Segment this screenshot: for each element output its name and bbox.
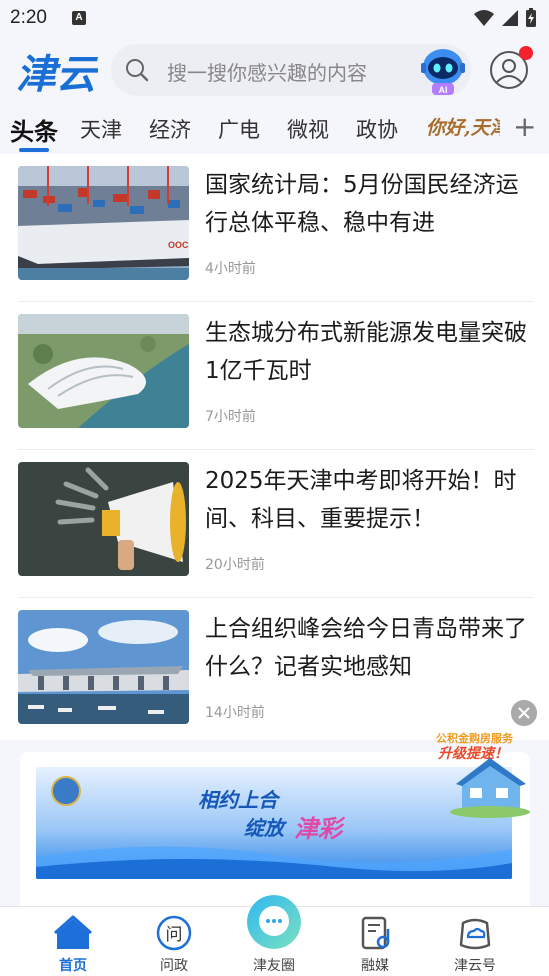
search-placeholder: 搜一搜你感兴趣的内容 — [167, 61, 367, 85]
svg-text:公积金购房服务: 公积金购房服务 — [436, 731, 514, 745]
ask-icon: 问 — [156, 915, 192, 951]
app-header: 津云 搜一搜你感兴趣的内容 AI — [0, 36, 549, 104]
svg-text:问: 问 — [166, 925, 183, 945]
status-bar: 2:20 A — [0, 0, 549, 36]
media-icon — [361, 916, 390, 950]
active-tab-indicator — [19, 148, 49, 152]
nav-label: 问政 — [160, 958, 188, 974]
status-time: 2:20 — [10, 7, 47, 28]
tab-headlines[interactable]: 头条 — [10, 112, 58, 147]
tab-cppcc[interactable]: 政协 — [356, 114, 398, 144]
home-icon — [54, 915, 92, 949]
news-item[interactable]: 2025年天津中考即将开始！时间、科目、重要提示！ 20小时前 — [0, 450, 549, 598]
svg-text:AI: AI — [439, 85, 448, 95]
news-item[interactable]: 上合组织峰会给今日青岛带来了什么？记者实地感知 14小时前 — [0, 598, 549, 740]
news-time: 20小时前 — [205, 557, 265, 573]
news-time: 7小时前 — [205, 409, 256, 425]
svg-text:津云: 津云 — [16, 51, 98, 98]
news-thumbnail-eco-city — [18, 314, 189, 428]
news-title[interactable]: 2025年天津中考即将开始！时间、科目、重要提示！ — [205, 462, 535, 538]
housing-fund-promo-icon[interactable]: 公积金购房服务 升级提速！ — [432, 728, 536, 820]
wifi-icon — [474, 10, 494, 26]
news-title[interactable]: 国家统计局：5月份国民经济运行总体平稳、稳中有进 — [205, 166, 535, 242]
news-title[interactable]: 上合组织峰会给今日青岛带来了什么？记者实地感知 — [205, 610, 535, 686]
ad-area: 相约上合 绽放 津彩 公积金购房服务 升级提速！ — [0, 731, 549, 912]
tab-micro-video[interactable]: 微视 — [287, 114, 329, 144]
nav-label: 首页 — [59, 958, 87, 974]
nav-home[interactable]: 首页 — [28, 907, 118, 976]
jinyun-logo[interactable]: 津云 — [14, 42, 98, 100]
news-time: 4小时前 — [205, 261, 256, 277]
close-ad-icon[interactable] — [511, 700, 537, 726]
battery-icon — [526, 8, 536, 27]
news-feed[interactable]: OOCL 国家统计局：5月份国民经济运行总体平稳、稳中有进 4小时前 生态城分布… — [0, 154, 549, 740]
nav-cloud-account[interactable]: 津云号 — [430, 907, 520, 976]
tab-broadcast[interactable]: 广电 — [218, 114, 260, 144]
news-item[interactable]: OOCL 国家统计局：5月份国民经济运行总体平稳、稳中有进 4小时前 — [0, 154, 549, 302]
chat-bubble-icon[interactable] — [247, 895, 301, 949]
news-time: 14小时前 — [205, 705, 265, 721]
svg-text:相约上合: 相约上合 — [198, 788, 281, 812]
svg-text:绽放: 绽放 — [244, 816, 287, 840]
cloud-account-icon — [459, 918, 491, 950]
svg-text:你好,天津: 你好,天津 — [426, 117, 500, 139]
ai-assistant-icon[interactable]: AI — [416, 45, 470, 97]
channel-tabs: 头条 天津 经济 广电 微视 政协 你好,天津 + — [0, 104, 549, 154]
news-item[interactable]: 生态城分布式新能源发电量突破1亿千瓦时 7小时前 — [0, 302, 549, 450]
search-icon — [126, 59, 149, 82]
tab-hello-tianjin[interactable]: 你好,天津 — [424, 112, 500, 142]
tab-economy[interactable]: 经济 — [149, 114, 191, 144]
tab-tianjin[interactable]: 天津 — [80, 114, 122, 144]
svg-text:津彩: 津彩 — [294, 814, 346, 843]
plus-icon[interactable]: + — [513, 110, 536, 143]
svg-text:升级提速！: 升级提速！ — [437, 745, 508, 762]
news-thumbnail-megaphone — [18, 462, 189, 576]
news-thumbnail-convention-center — [18, 610, 189, 724]
nav-label: 融媒 — [361, 958, 389, 974]
news-title[interactable]: 生态城分布式新能源发电量突破1亿千瓦时 — [205, 314, 535, 390]
nav-media[interactable]: 融媒 — [330, 907, 420, 976]
signal-icon — [502, 10, 518, 26]
nav-ask[interactable]: 问 问政 — [129, 907, 219, 976]
status-indicator-icon: A — [72, 11, 86, 25]
status-icons — [473, 8, 537, 28]
nav-label: 津友圈 — [253, 958, 295, 974]
news-thumbnail-port: OOCL — [18, 166, 189, 280]
notification-dot — [519, 46, 533, 60]
svg-text:OOCL: OOCL — [168, 240, 189, 250]
nav-label: 津云号 — [454, 958, 496, 974]
